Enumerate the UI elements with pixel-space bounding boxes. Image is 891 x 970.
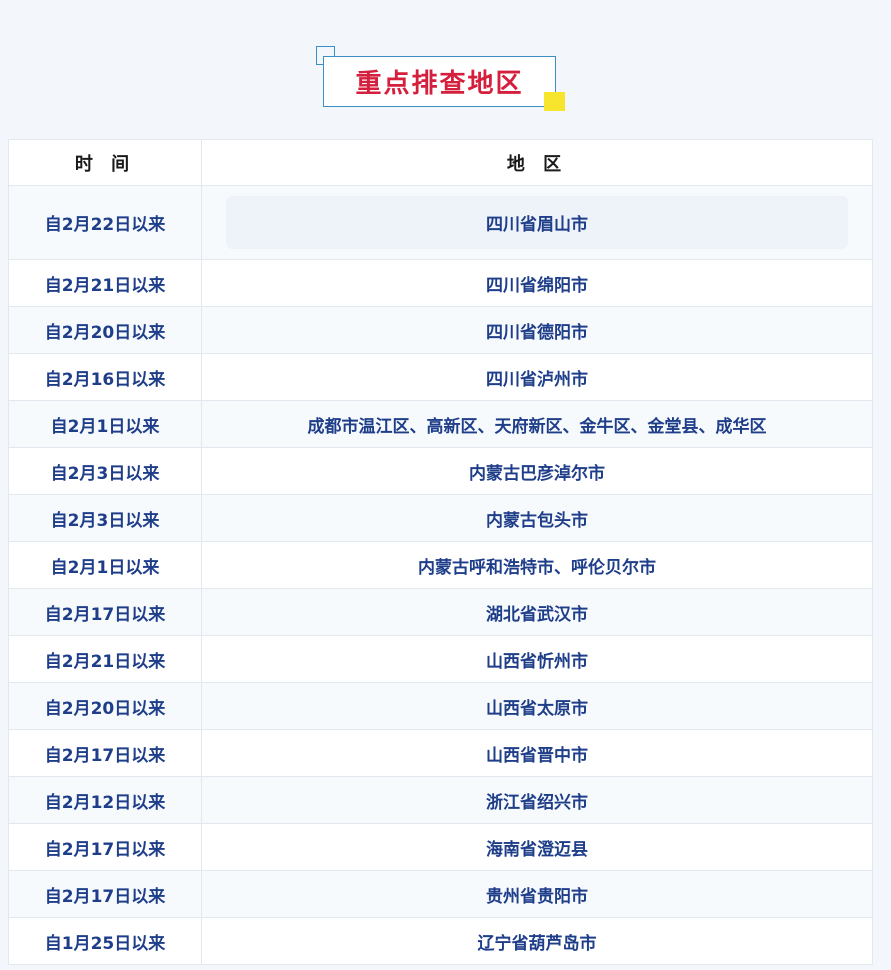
cell-area: 内蒙古包头市 <box>201 494 873 542</box>
key-areas-table: 时 间 地 区 自2月22日以来 四川省眉山市 自2月21日以来 四川省绵阳市 … <box>8 139 873 965</box>
cell-area: 贵州省贵阳市 <box>201 870 873 918</box>
section-title: 重点排查地区 <box>355 69 524 99</box>
cell-area: 辽宁省葫芦岛市 <box>201 917 873 965</box>
cell-time: 自2月17日以来 <box>8 588 202 636</box>
cell-time: 自2月22日以来 <box>8 185 202 260</box>
title-frame: 重点排查地区 <box>323 56 556 107</box>
table-row: 自2月1日以来 内蒙古呼和浩特市、呼伦贝尔市 <box>8 541 873 589</box>
table-row: 自2月16日以来 四川省泸州市 <box>8 353 873 401</box>
table-row: 自1月25日以来 辽宁省葫芦岛市 <box>8 917 873 965</box>
table-row: 自2月17日以来 湖北省武汉市 <box>8 588 873 636</box>
table-row: 自2月3日以来 内蒙古巴彦淖尔市 <box>8 447 873 495</box>
cell-time: 自2月1日以来 <box>8 400 202 448</box>
cell-time: 自2月17日以来 <box>8 870 202 918</box>
cell-area: 山西省忻州市 <box>201 635 873 683</box>
table-row: 自2月17日以来 海南省澄迈县 <box>8 823 873 871</box>
cell-time: 自2月3日以来 <box>8 447 202 495</box>
cell-time: 自2月17日以来 <box>8 729 202 777</box>
table-row: 自2月22日以来 四川省眉山市 <box>8 185 873 260</box>
cell-area: 四川省眉山市 <box>201 185 873 260</box>
cell-area-text: 四川省眉山市 <box>226 196 848 249</box>
table-row: 自2月1日以来 成都市温江区、高新区、天府新区、金牛区、金堂县、成华区 <box>8 400 873 448</box>
table-row: 自2月21日以来 四川省绵阳市 <box>8 259 873 307</box>
cell-time: 自2月21日以来 <box>8 635 202 683</box>
cell-area: 海南省澄迈县 <box>201 823 873 871</box>
table-row: 自2月12日以来 浙江省绍兴市 <box>8 776 873 824</box>
cell-area: 内蒙古巴彦淖尔市 <box>201 447 873 495</box>
header-area: 地 区 <box>201 139 873 186</box>
cell-time: 自2月17日以来 <box>8 823 202 871</box>
table-row: 自2月17日以来 山西省晋中市 <box>8 729 873 777</box>
cell-area: 四川省德阳市 <box>201 306 873 354</box>
section-title-badge: 重点排查地区 <box>316 46 566 112</box>
table-row: 自2月3日以来 内蒙古包头市 <box>8 494 873 542</box>
cell-area: 成都市温江区、高新区、天府新区、金牛区、金堂县、成华区 <box>201 400 873 448</box>
cell-area: 四川省绵阳市 <box>201 259 873 307</box>
table-header-row: 时 间 地 区 <box>8 139 873 186</box>
table-row: 自2月20日以来 四川省德阳市 <box>8 306 873 354</box>
cell-area: 山西省晋中市 <box>201 729 873 777</box>
cell-time: 自2月1日以来 <box>8 541 202 589</box>
cell-time: 自2月20日以来 <box>8 306 202 354</box>
cell-time: 自2月3日以来 <box>8 494 202 542</box>
header-time: 时 间 <box>8 139 202 186</box>
cell-area: 山西省太原市 <box>201 682 873 730</box>
cell-time: 自2月21日以来 <box>8 259 202 307</box>
title-yellow-square <box>544 92 565 111</box>
cell-time: 自2月12日以来 <box>8 776 202 824</box>
cell-time: 自2月20日以来 <box>8 682 202 730</box>
cell-time: 自1月25日以来 <box>8 917 202 965</box>
table-row: 自2月21日以来 山西省忻州市 <box>8 635 873 683</box>
cell-area: 浙江省绍兴市 <box>201 776 873 824</box>
cell-area: 内蒙古呼和浩特市、呼伦贝尔市 <box>201 541 873 589</box>
table-row: 自2月17日以来 贵州省贵阳市 <box>8 870 873 918</box>
cell-time: 自2月16日以来 <box>8 353 202 401</box>
table-row: 自2月20日以来 山西省太原市 <box>8 682 873 730</box>
cell-area: 四川省泸州市 <box>201 353 873 401</box>
cell-area: 湖北省武汉市 <box>201 588 873 636</box>
